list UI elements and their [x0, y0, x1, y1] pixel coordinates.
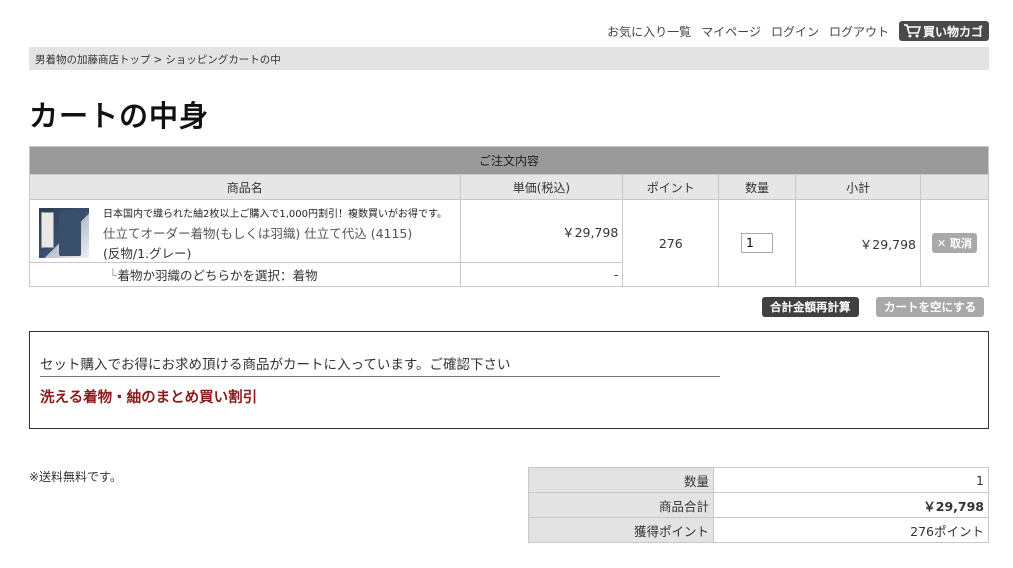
breadcrumb-current: ショッピングカートの中	[165, 54, 281, 66]
quantity-input[interactable]	[741, 233, 774, 253]
favorites-link[interactable]: お気に入り一覧	[607, 23, 691, 40]
cancel-button-label: 取消	[950, 237, 973, 250]
subtotal-value: ￥29,798	[795, 199, 922, 287]
header-quantity: 数量	[718, 174, 797, 200]
cancel-cell: ✕ 取消	[920, 199, 989, 287]
breadcrumb: 男着物の加藤商店トップ > ショッピングカートの中	[29, 47, 989, 70]
empty-cart-button[interactable]: カートを空にする	[876, 297, 985, 317]
close-icon: ✕	[936, 237, 947, 250]
table-row: 商品合計 ￥29,798	[528, 492, 989, 518]
shopping-cart-icon	[903, 24, 921, 38]
product-promo-note: 日本国内で織られた紬2枚以上ご購入で1,000円割引！複数買いがお得です。	[103, 209, 447, 220]
summary-points-label: 獲得ポイント	[528, 517, 714, 543]
header-product-name: 商品名	[29, 174, 461, 200]
page-title: カートの中身	[29, 99, 210, 133]
breadcrumb-separator: >	[153, 54, 163, 66]
product-variant: (反物/1.グレー)	[103, 246, 192, 261]
points-value: 276	[622, 199, 720, 287]
unit-price: ￥29,798	[459, 199, 624, 263]
cancel-button[interactable]: ✕ 取消	[931, 233, 978, 253]
sub-option-cell: └着物か羽織のどちらかを選択：着物	[29, 262, 461, 287]
quantity-cell	[718, 199, 797, 287]
breadcrumb-home-link[interactable]: 男着物の加藤商店トップ	[35, 54, 151, 66]
table-row: 日本国内で織られた紬2枚以上ご購入で1,000円割引！複数買いがお得です。 仕立…	[29, 199, 989, 287]
cart-table: ご注文内容 商品名 単価(税込) ポイント 数量 小計 日本国内で織られた紬2枚…	[29, 146, 989, 287]
summary-points-value: 276ポイント	[713, 517, 989, 543]
table-row: 数量 1	[528, 467, 989, 493]
set-purchase-box: セット購入でお得にお求め頂ける商品がカートに入っています。ご確認下さい 洗える着…	[29, 331, 989, 429]
set-purchase-message: セット購入でお得にお求め頂ける商品がカートに入っています。ご確認下さい	[40, 353, 720, 377]
product-thumbnail[interactable]	[39, 208, 89, 258]
summary-quantity-label: 数量	[528, 467, 714, 493]
sub-option-price: -	[459, 262, 624, 287]
cart-button[interactable]: 買い物カゴ	[898, 21, 989, 41]
header-subtotal: 小計	[795, 174, 922, 200]
cart-button-label: 買い物カゴ	[922, 24, 983, 39]
summary-total-label: 商品合計	[528, 492, 714, 518]
shipping-note: ※送料無料です。	[29, 470, 122, 484]
summary-quantity-value: 1	[713, 467, 989, 493]
logout-link[interactable]: ログアウト	[829, 23, 889, 40]
login-link[interactable]: ログイン	[771, 23, 819, 40]
header-unit-price: 単価(税込)	[459, 174, 624, 200]
set-discount-link[interactable]: 洗える着物・紬のまとめ買い割引	[40, 386, 257, 407]
summary-table: 数量 1 商品合計 ￥29,798 獲得ポイント 276ポイント	[528, 467, 989, 543]
mypage-link[interactable]: マイページ	[701, 23, 761, 40]
header-actions	[920, 174, 989, 200]
product-cell: 日本国内で織られた紬2枚以上ご購入で1,000円割引！複数買いがお得です。 仕立…	[29, 199, 461, 263]
top-nav: お気に入り一覧 マイページ ログイン ログアウト 買い物カゴ	[607, 20, 989, 42]
product-name-link[interactable]: 仕立てオーダー着物(もしくは羽織) 仕立て代込 (4115)	[103, 225, 460, 243]
summary-total-value: ￥29,798	[713, 492, 989, 518]
header-points: ポイント	[622, 174, 720, 200]
tree-branch-icon: └	[109, 268, 117, 283]
order-contents-caption: ご注文内容	[29, 146, 989, 175]
recalculate-button[interactable]: 合計金額再計算	[762, 297, 859, 317]
sub-option-label: 着物か羽織のどちらかを選択：着物	[117, 268, 318, 283]
table-row: 獲得ポイント 276ポイント	[528, 517, 989, 543]
